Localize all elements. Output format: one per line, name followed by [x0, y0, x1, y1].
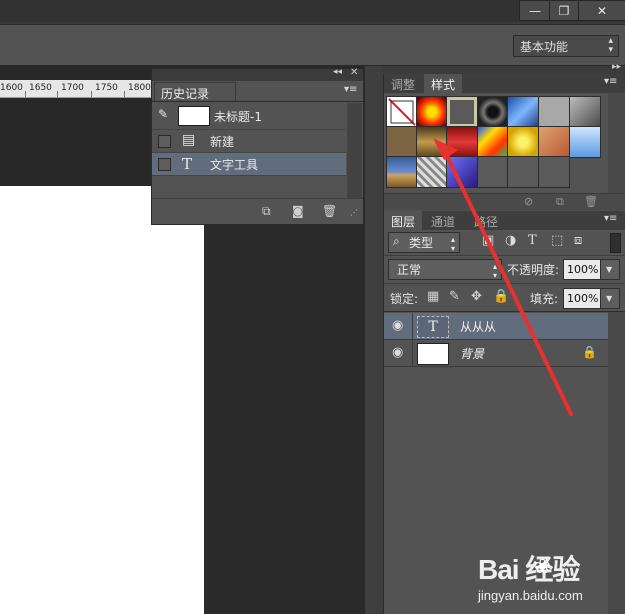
arrow-head [433, 138, 458, 160]
paw-logo-icon: ❀ [534, 554, 551, 578]
annotation-arrow [433, 138, 573, 416]
watermark-url: jingyan.baidu.com [478, 588, 583, 603]
baidu-jingyan-watermark: Bai 经验 ❀ jingyan.baidu.com [478, 548, 618, 608]
watermark-brand: Bai 经验 [478, 554, 580, 585]
arrow-shaft [445, 154, 573, 416]
